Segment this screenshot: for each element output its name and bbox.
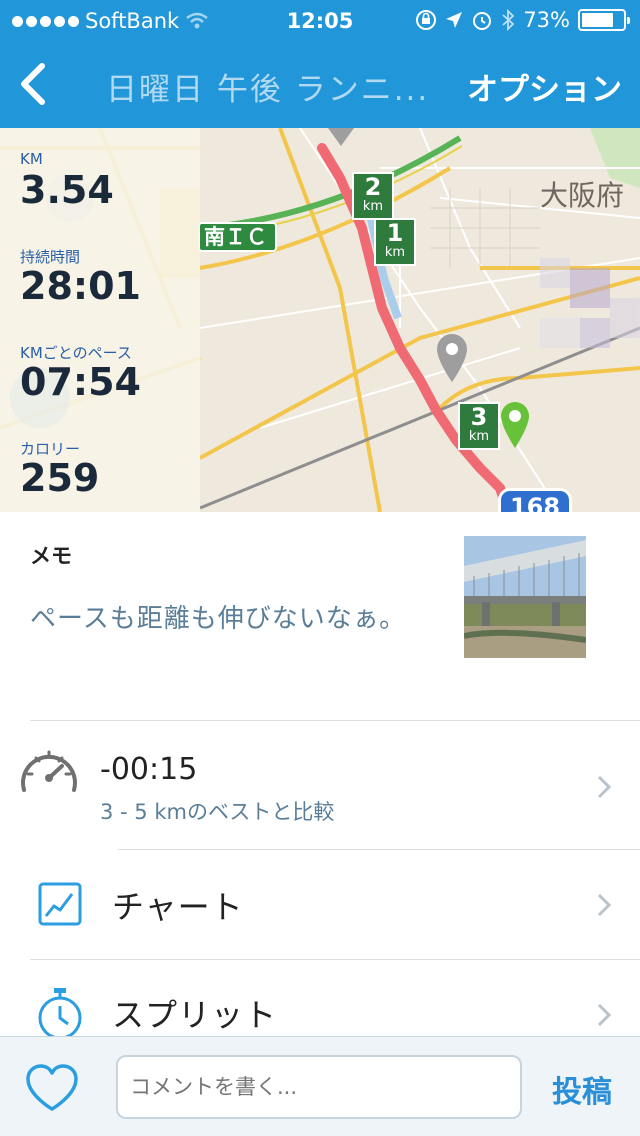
splits-label: スプリット bbox=[112, 996, 278, 1034]
km-marker: 3 km bbox=[458, 402, 500, 450]
compare-subtitle: 3 - 5 kmのベストと比較 bbox=[100, 800, 335, 824]
prefecture-label: 大阪府 bbox=[540, 179, 625, 212]
chevron-right-icon bbox=[597, 1003, 612, 1027]
km-marker: 1 km bbox=[374, 218, 416, 266]
chevron-right-icon bbox=[597, 893, 612, 917]
map-pin-gray-icon bbox=[437, 334, 467, 382]
nav-bar: 日曜日 午後 ランニ... オプション bbox=[0, 40, 640, 128]
splits-row[interactable]: スプリット bbox=[0, 960, 640, 1036]
battery-icon bbox=[578, 9, 630, 31]
alarm-icon bbox=[473, 12, 492, 30]
end-pin-icon bbox=[501, 402, 529, 448]
location-arrow-icon bbox=[446, 12, 463, 28]
battery-percent: 73% bbox=[523, 8, 570, 32]
stats-panel: KM 3.54 持続時間 28:01 KMごとのペース 07:54 カロリー 2… bbox=[0, 128, 200, 512]
stopwatch-icon bbox=[38, 988, 82, 1036]
chart-icon bbox=[38, 882, 82, 926]
rotation-lock-icon bbox=[416, 10, 437, 30]
calories-value: 259 bbox=[20, 456, 100, 500]
memo-text: ペースも距離も伸びないなぁ。 bbox=[30, 604, 407, 634]
compare-value: -00:15 bbox=[100, 752, 198, 787]
comment-bar: 投稿 bbox=[0, 1036, 640, 1136]
back-chevron-icon[interactable] bbox=[14, 62, 50, 106]
start-pin-icon bbox=[328, 128, 354, 146]
chart-row[interactable]: チャート bbox=[0, 850, 640, 960]
chevron-right-icon bbox=[597, 775, 612, 799]
options-button[interactable]: オプション bbox=[467, 64, 622, 109]
distance-value: 3.54 bbox=[20, 168, 114, 212]
page-title: 日曜日 午後 ランニ... bbox=[106, 72, 430, 108]
bluetooth-icon bbox=[502, 9, 515, 31]
chart-label: チャート bbox=[112, 888, 244, 926]
heart-icon[interactable] bbox=[24, 1063, 80, 1113]
route-shield: 168 bbox=[498, 488, 572, 512]
duration-value: 28:01 bbox=[20, 264, 141, 308]
distance-label: KM bbox=[20, 150, 43, 168]
status-bar: SoftBank 12:05 73% bbox=[0, 0, 640, 40]
pace-value: 07:54 bbox=[20, 360, 141, 404]
memo-photo[interactable] bbox=[464, 536, 586, 658]
route-map[interactable]: 南ＩＣ 大阪府 168 2 km 1 km 3 km KM 3.54 持続時間 … bbox=[0, 128, 640, 512]
best-compare-row[interactable] bbox=[0, 722, 640, 848]
comment-input[interactable] bbox=[116, 1055, 522, 1119]
km-marker: 2 km bbox=[352, 172, 394, 220]
interchange-sign: 南ＩＣ bbox=[198, 222, 277, 252]
post-button[interactable]: 投稿 bbox=[552, 1067, 612, 1111]
memo-title: メモ bbox=[30, 544, 72, 568]
divider bbox=[30, 720, 640, 721]
speedometer-icon bbox=[21, 750, 77, 792]
top-bar: SoftBank 12:05 73% 日曜日 午後 ランニ... オプション bbox=[0, 0, 640, 128]
